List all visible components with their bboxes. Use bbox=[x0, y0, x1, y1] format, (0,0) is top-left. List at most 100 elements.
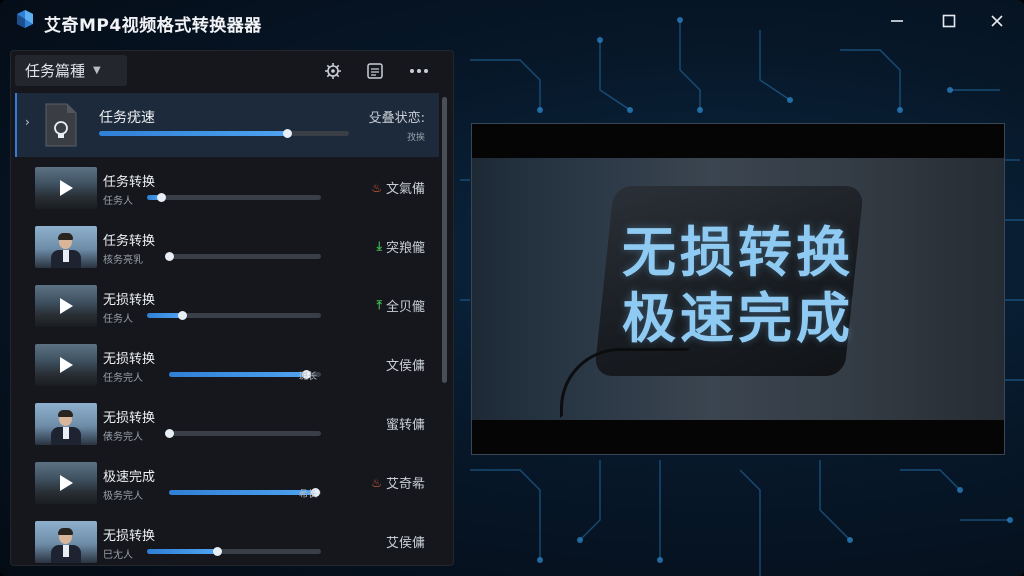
title-bar: 艾奇MP4视频格式转换器器 bbox=[0, 0, 1024, 42]
headline-line-2: 极速完成 bbox=[622, 287, 854, 350]
task-row[interactable]: 无损转换 任务⼈ ⤒ 全贝儱 bbox=[15, 283, 439, 339]
active-task-status-label: 殳叠状恋: bbox=[368, 111, 425, 126]
task-list-dropdown[interactable]: 任务篇種 ▼ bbox=[15, 55, 127, 86]
video-thumbnail bbox=[35, 462, 97, 504]
minimize-button[interactable] bbox=[884, 8, 910, 34]
chevron-down-icon: ▼ bbox=[93, 65, 101, 76]
task-row[interactable]: 任务转换 核务亮乳 ⤓ 突羪儱 bbox=[15, 224, 439, 280]
task-list: › 任务疣速 殳叠状恋: 孜挨 任务转换任务⼈ ♨ 文氣備 任务转换核务亮乳 ⤓ 突羪儱无… bbox=[15, 93, 439, 563]
task-status-text: 艾奇㣇 bbox=[385, 477, 425, 492]
person-shirt bbox=[63, 427, 69, 439]
task-status: ♨ 艾奇㣇 bbox=[371, 473, 425, 493]
task-name: 任务转换 bbox=[103, 175, 156, 190]
person-hair bbox=[58, 528, 73, 535]
task-toolbar: 任务篇種 ▼ bbox=[11, 51, 453, 91]
task-row[interactable]: 任务转换任务⼈ ♨ 文氣備 bbox=[15, 165, 439, 221]
active-task-progress-bar bbox=[99, 129, 349, 138]
person-hair bbox=[58, 410, 73, 417]
task-status-text: 全贝儱 bbox=[385, 300, 425, 315]
file-icon bbox=[45, 103, 77, 147]
task-status: 蜜转傭 bbox=[386, 414, 425, 433]
video-thumbnail bbox=[35, 226, 97, 268]
play-icon bbox=[60, 180, 73, 196]
task-status-text: 突羪儱 bbox=[385, 241, 425, 256]
task-progress-fill bbox=[169, 490, 315, 495]
close-icon bbox=[991, 15, 1003, 27]
task-progress-bar bbox=[147, 311, 321, 320]
letterbox-bottom bbox=[472, 420, 1004, 454]
app-logo-icon bbox=[17, 10, 33, 28]
task-name: 极速完成 bbox=[103, 470, 156, 485]
cable-image bbox=[560, 348, 690, 418]
task-progress-bar bbox=[165, 252, 321, 261]
active-task-state: 孜挨 bbox=[406, 133, 425, 143]
video-thumbnail bbox=[35, 344, 97, 386]
task-name: 无损转换 bbox=[103, 293, 156, 308]
task-subtitle: ⺒⺐⼈ bbox=[103, 550, 133, 561]
active-task-progress-knob[interactable] bbox=[282, 129, 292, 138]
task-progress-knob[interactable] bbox=[165, 429, 174, 438]
task-row[interactable]: 无损转换俵务完⼈ 蜜转傭 bbox=[15, 401, 439, 457]
settings-icon bbox=[325, 63, 341, 79]
play-icon bbox=[60, 357, 73, 373]
flame-icon: ♨ bbox=[371, 180, 382, 195]
more-button[interactable] bbox=[409, 61, 429, 81]
task-status-text: 文侯傭 bbox=[385, 359, 425, 374]
task-progress-bar bbox=[147, 547, 321, 556]
task-status: ⤓ 突羪儱 bbox=[377, 237, 425, 256]
person-hair bbox=[58, 233, 73, 240]
play-icon bbox=[60, 475, 73, 491]
task-list-button[interactable] bbox=[365, 61, 385, 81]
task-progress-bar bbox=[165, 429, 321, 438]
video-thumbnail bbox=[35, 167, 97, 209]
task-subtitle: 核务亮乳 bbox=[103, 255, 143, 266]
task-subtitle: 俵务完⼈ bbox=[103, 432, 143, 443]
task-subtitle: 极务完⼈ bbox=[103, 491, 143, 502]
video-thumbnail bbox=[35, 521, 97, 563]
video-preview: 无损转换 极速完成 bbox=[471, 123, 1005, 455]
preview-headline: 无损转换 极速完成 bbox=[472, 220, 1004, 352]
task-name: 无损转换 bbox=[103, 352, 156, 367]
task-subtitle: 任务完⼈ bbox=[103, 373, 143, 384]
upload-icon: ⤒ bbox=[376, 298, 382, 312]
window-title: 艾奇MP4视频格式转换器器 bbox=[44, 16, 262, 36]
download-icon: ⤓ bbox=[376, 239, 382, 253]
more-icon bbox=[410, 69, 428, 73]
task-name: 无损转换 bbox=[103, 529, 156, 544]
maximize-button[interactable] bbox=[936, 8, 962, 34]
task-progress-fill bbox=[169, 372, 306, 377]
task-status-text: 艾侯傭 bbox=[385, 536, 425, 551]
task-progress-knob[interactable] bbox=[212, 547, 222, 556]
letterbox-top bbox=[472, 124, 1004, 158]
minimize-icon bbox=[891, 20, 903, 22]
chevron-right-icon[interactable]: › bbox=[25, 115, 30, 129]
settings-button[interactable] bbox=[323, 61, 343, 81]
task-panel: 任务篇種 ▼ › 任务疣速 殳叠状恋: 孜挨 任务转换 任务⼈ ♨ 文氣備 任务… bbox=[10, 50, 454, 566]
task-progress-knob[interactable] bbox=[165, 252, 174, 261]
flame-icon: ♨ bbox=[371, 475, 382, 490]
headline-line-1: 无损转换 bbox=[622, 221, 854, 284]
task-status-text: 蜜转傭 bbox=[385, 418, 425, 433]
task-row[interactable]: 极速完成极务完⼈ 㣇⻓ ♨ 艾奇㣇 bbox=[15, 460, 439, 516]
task-progress-bar bbox=[147, 193, 321, 202]
task-name: 无损转换 bbox=[103, 411, 156, 426]
active-task-row[interactable]: › 任务疣速 殳叠状恋: 孜挨 bbox=[15, 93, 439, 157]
play-icon bbox=[60, 298, 73, 314]
task-progress-fill bbox=[147, 549, 217, 554]
task-subtitle: 任务⼈ bbox=[103, 196, 133, 207]
task-status-text: 文氣備 bbox=[385, 182, 425, 197]
task-row[interactable]: 无损转换⺒⺐⼈ 艾侯傭 bbox=[15, 519, 439, 563]
preview-frame: 无损转换 极速完成 bbox=[472, 158, 1004, 420]
person-shirt bbox=[63, 250, 69, 262]
task-list-scrollbar[interactable] bbox=[442, 97, 447, 383]
task-row[interactable]: 无损转换 任务完⼈ 斑⻓ 文侯傭 bbox=[15, 342, 439, 398]
task-progress-knob[interactable] bbox=[177, 311, 187, 320]
task-extra-label: 㣇⻓ bbox=[299, 490, 318, 500]
app-window: 艾奇MP4视频格式转换器器 任务篇種 ▼ › 任务疣速 殳叠状恋: 孜挨 任务转… bbox=[0, 0, 1024, 576]
task-status: 文侯傭 bbox=[386, 355, 425, 374]
close-button[interactable] bbox=[984, 8, 1010, 34]
video-thumbnail bbox=[35, 403, 97, 445]
task-progress-knob[interactable] bbox=[156, 193, 166, 202]
list-icon bbox=[367, 63, 383, 79]
active-task-name: 任务疣速 bbox=[99, 110, 155, 126]
